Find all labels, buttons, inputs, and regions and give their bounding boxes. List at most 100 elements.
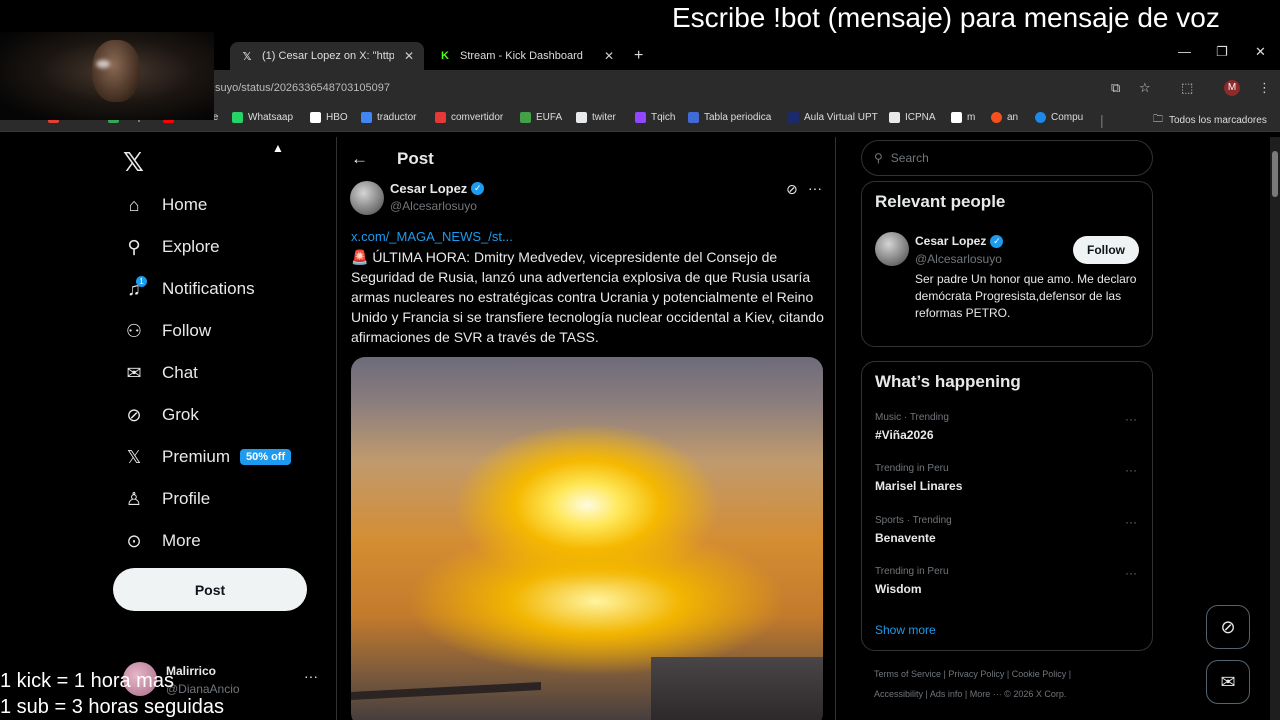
messages-fab-icon[interactable]: ✉: [1206, 660, 1250, 704]
bookmark-aula-virtual[interactable]: Aula Virtual UPT: [788, 112, 878, 123]
grok-fab-icon[interactable]: ⊘: [1206, 605, 1250, 649]
nav-explore[interactable]: ⚲ Explore: [123, 232, 220, 262]
hbo-icon: [310, 112, 321, 123]
screen: ⌄ 𝕏 (1) Cesar Lopez on X: "https://t ✕ K…: [0, 0, 1280, 720]
avatar[interactable]: [350, 181, 384, 215]
more-icon[interactable]: ···: [1125, 566, 1137, 580]
close-tab-icon[interactable]: ✕: [404, 49, 414, 63]
more-icon[interactable]: ···: [1125, 412, 1137, 426]
bookmark-traductor[interactable]: traductor: [361, 112, 416, 123]
close-window-icon[interactable]: ✕: [1255, 44, 1266, 60]
close-tab-icon[interactable]: ✕: [604, 49, 614, 63]
nav-premium[interactable]: 𝕏 Premium 50% off: [123, 442, 292, 472]
page-title: Post: [397, 149, 434, 168]
nav-profile[interactable]: ♙ Profile: [123, 484, 210, 514]
bookmark-label: Aula Virtual UPT: [804, 112, 878, 123]
restore-icon[interactable]: ❐: [1216, 44, 1228, 60]
bookmark-twiter[interactable]: twiter: [576, 112, 616, 123]
trend-context: Sports · Trending: [875, 515, 952, 526]
nav-chat[interactable]: ✉ Chat: [123, 358, 197, 388]
document-icon: [951, 112, 962, 123]
search-input[interactable]: ⚲ Search: [861, 140, 1153, 176]
person-name[interactable]: Cesar Lopez ✓: [915, 234, 1004, 248]
bookmark-tabla-periodica[interactable]: Tabla periodica: [688, 112, 771, 123]
an-icon: [991, 112, 1002, 123]
more-icon[interactable]: ···: [1125, 515, 1137, 529]
all-bookmarks-folder[interactable]: 🗀 Todos los marcadores: [1153, 112, 1267, 129]
page-scrollbar[interactable]: [1270, 137, 1280, 720]
bookmark-label: twiter: [592, 112, 616, 123]
account-handle: @DianaAncio: [166, 682, 240, 696]
trend-item[interactable]: Trending in Peru Marisel Linares ···: [875, 463, 1140, 493]
url-field[interactable]: suyo/status/2026336548703105097: [215, 82, 390, 94]
more-icon[interactable]: ···: [304, 668, 318, 684]
eufa-icon: [520, 112, 531, 123]
footer-links-row2[interactable]: Accessibility | Ads info | More ··· © 20…: [874, 689, 1066, 699]
install-app-icon[interactable]: ⧉: [1111, 80, 1120, 96]
author-handle[interactable]: @Alcesarlosuyo: [390, 199, 477, 213]
x-logo-icon[interactable]: 𝕏: [123, 147, 144, 178]
bell-icon: ♫ 1: [123, 275, 147, 300]
whats-happening-card: What’s happening Music · Trending #Viña2…: [861, 361, 1153, 651]
bookmark-label: traductor: [377, 112, 417, 123]
post-link[interactable]: x.com/_MAGA_NEWS_/st...: [351, 229, 513, 244]
compu-icon: [1035, 112, 1046, 123]
bookmark-compu[interactable]: Compu: [1035, 112, 1083, 123]
bookmark-comvertidor[interactable]: comvertidor: [435, 112, 503, 123]
bookmarks-divider: |: [1100, 112, 1104, 128]
nav-label: Notifications: [162, 279, 255, 298]
verified-badge-icon: ✓: [990, 234, 1004, 248]
person-handle[interactable]: @Alcesarlosuyo: [915, 252, 1002, 266]
trend-item[interactable]: Sports · Trending Benavente ···: [875, 515, 1140, 545]
bookmark-whatsaap[interactable]: Whatsaap: [232, 112, 293, 123]
avatar[interactable]: [875, 232, 909, 266]
footer-links-row1[interactable]: Terms of Service | Privacy Policy | Cook…: [874, 669, 1071, 679]
converter-icon: [435, 112, 446, 123]
author-name[interactable]: Cesar Lopez ✓: [390, 181, 485, 196]
new-tab-button[interactable]: +: [630, 42, 652, 70]
profile-avatar[interactable]: M: [1224, 80, 1240, 96]
tab-kick-dashboard[interactable]: K Stream - Kick Dashboard ✕: [428, 42, 624, 70]
nav-follow[interactable]: ⚇ Follow: [123, 316, 211, 346]
nav-more[interactable]: ⊙ More: [123, 526, 200, 556]
nav-grok[interactable]: ⊘ Grok: [123, 400, 198, 430]
trend-item[interactable]: Trending in Peru Wisdom ···: [875, 566, 1140, 596]
person-name-text: Cesar Lopez: [915, 234, 987, 248]
bookmark-icpna[interactable]: ICPNA: [889, 112, 936, 123]
more-icon[interactable]: ···: [1125, 463, 1137, 477]
bookmark-m[interactable]: m: [951, 112, 975, 123]
follow-button[interactable]: Follow: [1073, 236, 1139, 264]
extensions-icon[interactable]: ⬚: [1181, 80, 1193, 96]
folder-icon: 🗀: [1153, 114, 1163, 125]
trend-item[interactable]: Music · Trending #Viña2026 ···: [875, 412, 1140, 442]
trend-context: Trending in Peru: [875, 463, 949, 474]
trend-title: Wisdom: [875, 582, 922, 596]
post-image[interactable]: [351, 357, 823, 720]
bookmark-tqich[interactable]: Tqich: [635, 112, 675, 123]
nav-notifications[interactable]: ♫ 1 Notifications: [123, 274, 255, 304]
post-text: 🚨 ÚLTIMA HORA: Dmitry Medvedev, vicepres…: [351, 249, 824, 345]
tab-title: (1) Cesar Lopez on X: "https://t: [262, 50, 394, 62]
scrollbar-thumb[interactable]: [1272, 151, 1278, 197]
grok-icon[interactable]: ⊘: [786, 181, 798, 198]
person-bio: Ser padre Un honor que amo. Me declaro d…: [915, 272, 1137, 320]
bookmark-label: Tabla periodica: [704, 112, 772, 123]
post-button[interactable]: Post: [113, 568, 307, 611]
bookmark-label: HBO: [326, 112, 348, 123]
nav-label: Premium: [162, 447, 231, 466]
tab-x-post[interactable]: 𝕏 (1) Cesar Lopez on X: "https://t ✕: [230, 42, 424, 70]
minimize-icon[interactable]: —: [1178, 44, 1191, 59]
show-more-link[interactable]: Show more: [875, 623, 936, 637]
bookmark-hbo[interactable]: HBO: [310, 112, 348, 123]
back-arrow-icon[interactable]: ←: [351, 149, 368, 169]
search-icon: ⚲: [127, 236, 141, 257]
browser-menu-icon[interactable]: ⋮: [1258, 80, 1271, 96]
more-icon[interactable]: ···: [808, 180, 822, 196]
bookmark-an[interactable]: an: [991, 112, 1018, 123]
nav-label: Explore: [162, 237, 220, 256]
person-icon: ♙: [125, 488, 143, 509]
nav-home[interactable]: ⌂ Home: [123, 190, 208, 220]
search-icon: ⚲: [874, 151, 883, 165]
bookmark-star-icon[interactable]: ☆: [1139, 80, 1151, 96]
bookmark-eufa[interactable]: EUFA: [520, 112, 562, 123]
